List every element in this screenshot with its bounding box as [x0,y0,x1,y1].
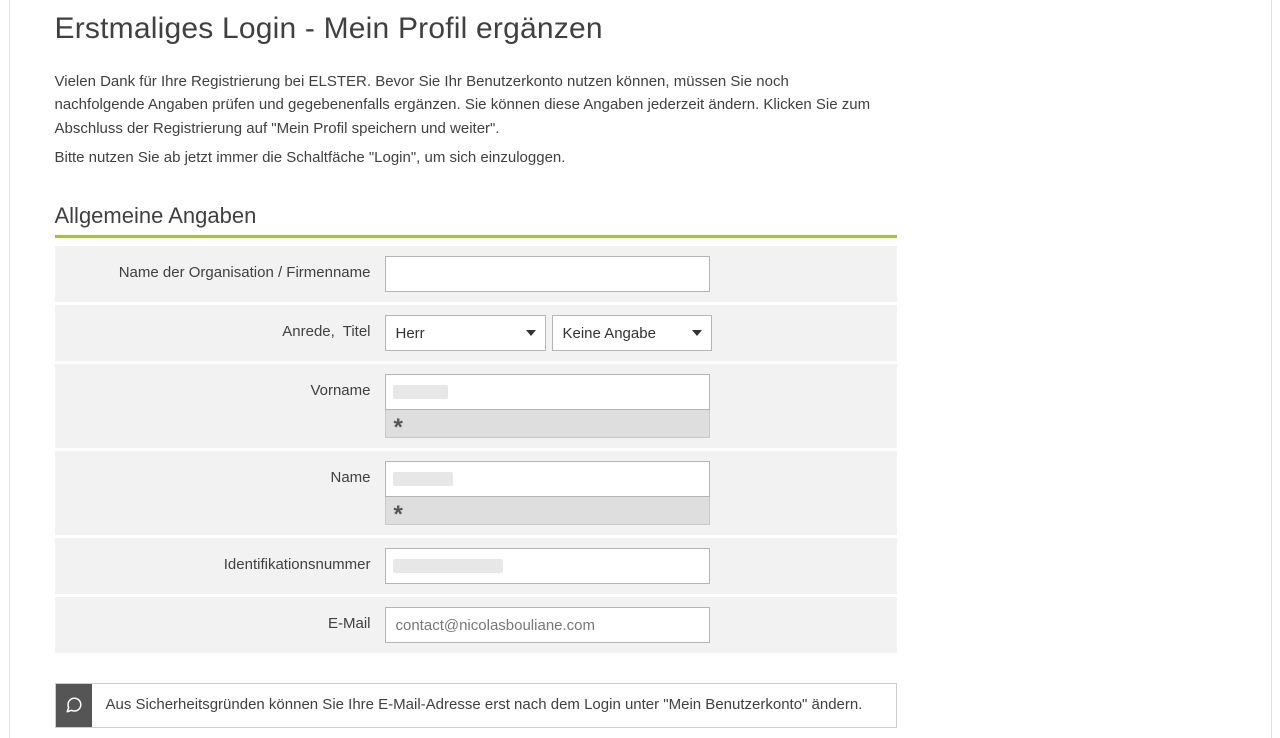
required-marker-vorname: * [385,410,710,438]
input-email[interactable] [385,607,710,643]
row-vorname: Vorname * [55,364,897,448]
asterisk-icon: * [394,416,403,440]
label-titel: Titel [343,323,371,340]
section-heading: Allgemeine Angaben [55,203,897,238]
row-anrede-titel: Anrede, Titel Herr Keine Angabe [55,305,897,361]
redacted-placeholder [393,472,453,486]
redacted-placeholder [393,385,448,399]
notice-box: Aus Sicherheitsgründen können Sie Ihre E… [55,683,897,728]
label-anrede: Anrede [282,323,330,340]
form-area: Name der Organisation / Firmenname Anred… [55,246,897,653]
notice-text: Aus Sicherheitsgründen können Sie Ihre E… [92,684,896,727]
intro-paragraph-2: Bitte nutzen Sie ab jetzt immer die Scha… [55,146,875,169]
select-titel[interactable]: Keine Angabe [552,315,712,351]
select-titel-wrap: Keine Angabe [552,315,712,351]
row-email: E-Mail [55,597,897,653]
page-title: Erstmaliges Login - Mein Profil ergänzen [55,12,1226,46]
label-idnr: Identifikationsnummer [70,548,385,573]
required-marker-name: * [385,497,710,525]
label-anrede-titel: Anrede, Titel [70,315,385,340]
redacted-placeholder [393,559,503,573]
intro-block: Vielen Dank für Ihre Registrierung bei E… [55,70,1226,169]
select-anrede[interactable]: Herr [385,315,546,351]
row-name: Name * [55,451,897,535]
row-idnr: Identifikationsnummer [55,538,897,594]
intro-paragraph-1: Vielen Dank für Ihre Registrierung bei E… [55,70,875,140]
speech-bubble-icon [56,684,92,727]
label-name: Name [70,461,385,486]
label-organisation: Name der Organisation / Firmenname [70,256,385,281]
label-vorname: Vorname [70,374,385,399]
select-anrede-wrap: Herr [385,315,546,351]
label-email: E-Mail [70,607,385,632]
row-organisation: Name der Organisation / Firmenname [55,246,897,302]
asterisk-icon: * [394,503,403,527]
input-organisation[interactable] [385,256,710,292]
